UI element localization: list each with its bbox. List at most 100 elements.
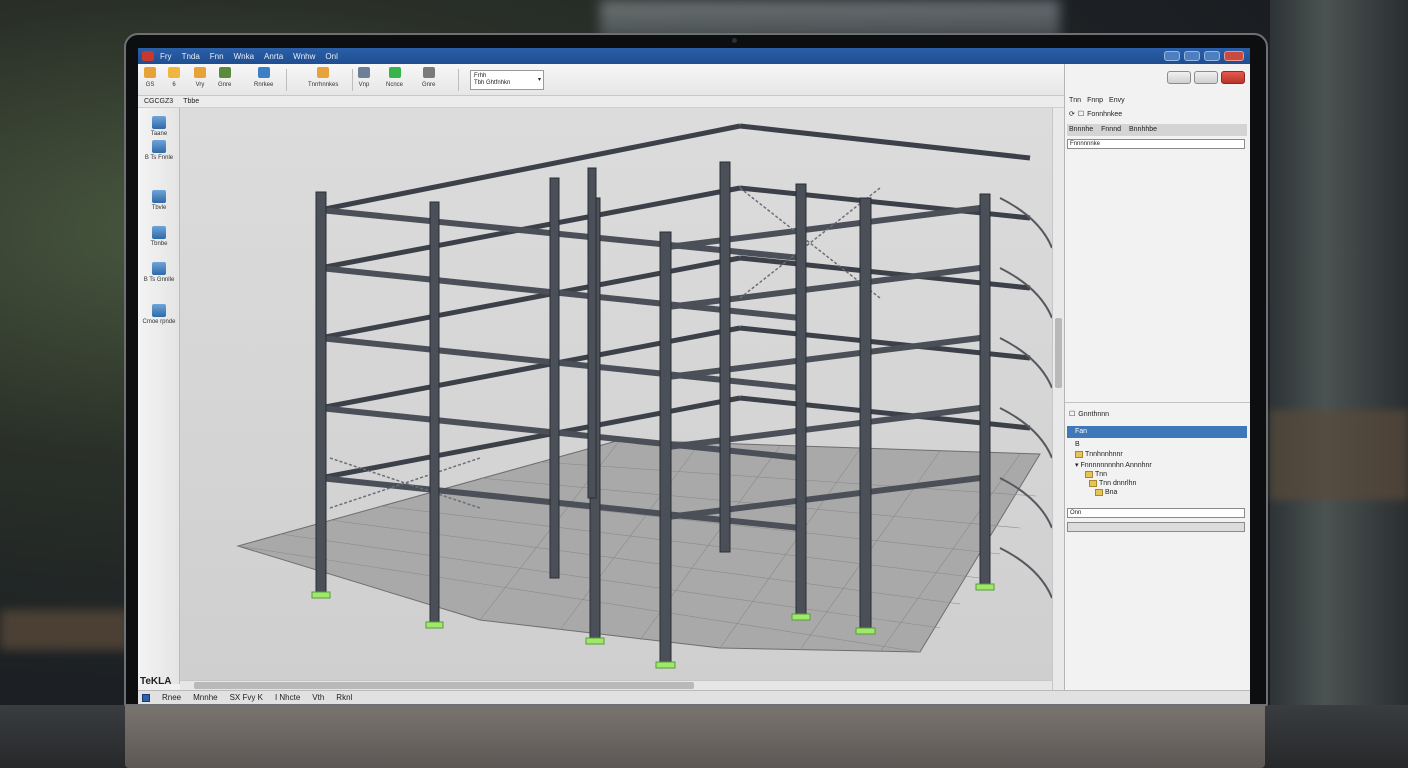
vertical-scroll-thumb[interactable]: [1055, 318, 1062, 388]
tree-item[interactable]: Bna: [1095, 489, 1117, 496]
panel-restore-button[interactable]: [1194, 71, 1218, 84]
left-toolbar: Taane B Ts Fnnle Tbvle Tbnbe B Ts Gnnlle…: [138, 108, 180, 684]
folder-icon: [1085, 471, 1093, 478]
status-item[interactable]: Rknl: [336, 693, 352, 702]
folder-icon: [144, 67, 156, 78]
left-tool-label: Tbvle: [151, 205, 167, 211]
subbar-item[interactable]: Tbbe: [183, 98, 199, 105]
tree-item[interactable]: Tnnhnnhnnr: [1075, 451, 1123, 458]
webcam: [732, 38, 737, 43]
vertical-scrollbar[interactable]: [1052, 108, 1064, 690]
app-screen: Fry Tnda Fnn Wnka Anrta Wnhw Onl GS 6 Vr…: [138, 48, 1250, 704]
panel-menu: Tnn Fnnp Envy: [1069, 97, 1125, 104]
view-icon: [194, 67, 206, 78]
tree-item[interactable]: Tnn dnnrlhn: [1089, 480, 1136, 487]
status-item[interactable]: SX Fvy K: [230, 693, 263, 702]
toolbar-button[interactable]: 6: [168, 67, 180, 88]
left-tool-button[interactable]: B Ts Gnnlle: [142, 262, 176, 284]
chevron-down-icon: ▾: [537, 77, 541, 83]
horizontal-scroll-thumb[interactable]: [194, 682, 694, 689]
left-tool-label: B Ts Gnnlle: [143, 277, 175, 283]
horizontal-scrollbar[interactable]: [180, 680, 1052, 690]
panel-progress-field: [1067, 522, 1245, 532]
tree-title: Gnnthnnn: [1078, 410, 1110, 418]
tree-item[interactable]: Tnn: [1085, 471, 1107, 478]
left-tool-button[interactable]: B Ts Fnnle: [142, 140, 176, 162]
subbar-item[interactable]: CGCGZ3: [144, 98, 173, 105]
panel-search-label: Fonnhnkee: [1087, 110, 1123, 118]
filter-select[interactable]: Frhh Tbh Ghtfnhkn ▾: [470, 70, 544, 90]
sub-toolbar: CGCGZ3 Tbbe: [138, 96, 1064, 108]
status-item[interactable]: Mnnhe: [193, 693, 217, 702]
panel-input[interactable]: Fnnnnnnke: [1067, 139, 1245, 149]
model-viewport[interactable]: [180, 108, 1052, 680]
tree-item-label: Tnn dnnrlhn: [1099, 480, 1137, 487]
folder-icon: [1095, 489, 1103, 496]
toolbar-label: Gnre: [218, 82, 232, 88]
toolbar-label: Tnrrhnnkes: [308, 82, 339, 88]
filter-select-value: Tbh Ghtfnhkn: [474, 80, 511, 86]
panel-header-cell[interactable]: Bnnhhbe: [1129, 126, 1157, 134]
folder-blue-icon: [152, 116, 166, 129]
plate-icon: [152, 262, 166, 275]
menu-item[interactable]: Anrta: [264, 52, 283, 61]
tree-item[interactable]: ▾ Fnnnnnnnnhn Annnhnr: [1075, 461, 1152, 470]
menu-item[interactable]: Fnn: [210, 52, 224, 61]
panel-search-row[interactable]: ⟳ ☐ Fonnhnkee: [1069, 110, 1123, 119]
toolbar-button[interactable]: Rnrkee: [254, 67, 273, 88]
menu-item[interactable]: Fry: [160, 52, 172, 61]
panel-header-cell[interactable]: Bnnnhe: [1069, 126, 1093, 134]
menu-item[interactable]: Onl: [325, 52, 337, 61]
left-tool-button[interactable]: Taane: [142, 116, 176, 138]
laptop-base: [125, 703, 1265, 768]
menu-item[interactable]: Tnda: [182, 52, 200, 61]
close-button[interactable]: [1224, 51, 1244, 61]
panel-menu-item[interactable]: Tnn: [1069, 97, 1081, 104]
restore-button[interactable]: [1184, 51, 1200, 61]
menu-item[interactable]: Wnka: [234, 52, 254, 61]
left-tool-label: Taane: [150, 131, 168, 137]
panel-header-cell[interactable]: Fnnnd: [1101, 126, 1121, 134]
tree-item-label: B: [1075, 441, 1080, 448]
tree-item-label: Fnnnnnnnnhn Annnhnr: [1080, 461, 1152, 469]
toolbar-label: 6: [172, 82, 176, 88]
tree-item[interactable]: B: [1075, 441, 1080, 448]
tree-selected-row[interactable]: Fan: [1067, 426, 1247, 438]
toolbar-button[interactable]: Vnp: [358, 67, 370, 88]
panel-header: Bnnnhe Fnnnd Bnnhhbe: [1067, 124, 1247, 136]
left-tool-label: B Ts Fnnle: [144, 155, 174, 161]
model-icon: [358, 67, 370, 78]
toolbar-button[interactable]: Tnrrhnnkes: [308, 67, 338, 88]
status-icon: [142, 693, 150, 702]
status-item[interactable]: Vth: [312, 693, 324, 702]
menu-item[interactable]: Wnhw: [293, 52, 315, 61]
panel-menu-item[interactable]: Fnnp: [1087, 97, 1103, 104]
left-tool-button[interactable]: Cmoe rpnde: [142, 304, 176, 326]
panel-combo[interactable]: Onn: [1067, 508, 1245, 518]
panel-minimize-button[interactable]: [1167, 71, 1191, 84]
toolbar-button[interactable]: GS: [144, 67, 156, 88]
toolbar-separator: [458, 69, 459, 91]
status-item[interactable]: I Nhcte: [275, 693, 300, 702]
left-tool-button[interactable]: Tbnbe: [142, 226, 176, 248]
toolbar-button[interactable]: Gnre: [218, 67, 231, 88]
toolbar-button[interactable]: Gnre: [422, 67, 435, 88]
toolbar-button[interactable]: Ncnce: [386, 67, 403, 88]
refresh-icon: ⟳: [1069, 111, 1075, 118]
title-bar: Fry Tnda Fnn Wnka Anrta Wnhw Onl: [138, 48, 1250, 64]
properties-panel: Tnn Fnnp Envy ⟳ ☐ Fonnhnkee Bnnnhe Fnnnd…: [1064, 64, 1250, 690]
tools-icon: [317, 67, 330, 78]
stair-tower: [999, 197, 1052, 599]
toolbar-button[interactable]: Vry: [194, 67, 206, 88]
toolbar-label: Rnrkee: [254, 82, 274, 88]
minimize-button[interactable]: [1164, 51, 1180, 61]
column-icon: [152, 226, 166, 239]
brand-logo: TeKLA: [140, 676, 172, 687]
left-tool-button[interactable]: Tbvle: [142, 190, 176, 212]
part-icon: [152, 140, 166, 153]
maximize-button[interactable]: [1204, 51, 1220, 61]
panel-menu-item[interactable]: Envy: [1109, 97, 1125, 104]
window-controls: [1164, 51, 1244, 61]
panel-close-button[interactable]: [1221, 71, 1245, 84]
status-item[interactable]: Rnee: [162, 693, 181, 702]
